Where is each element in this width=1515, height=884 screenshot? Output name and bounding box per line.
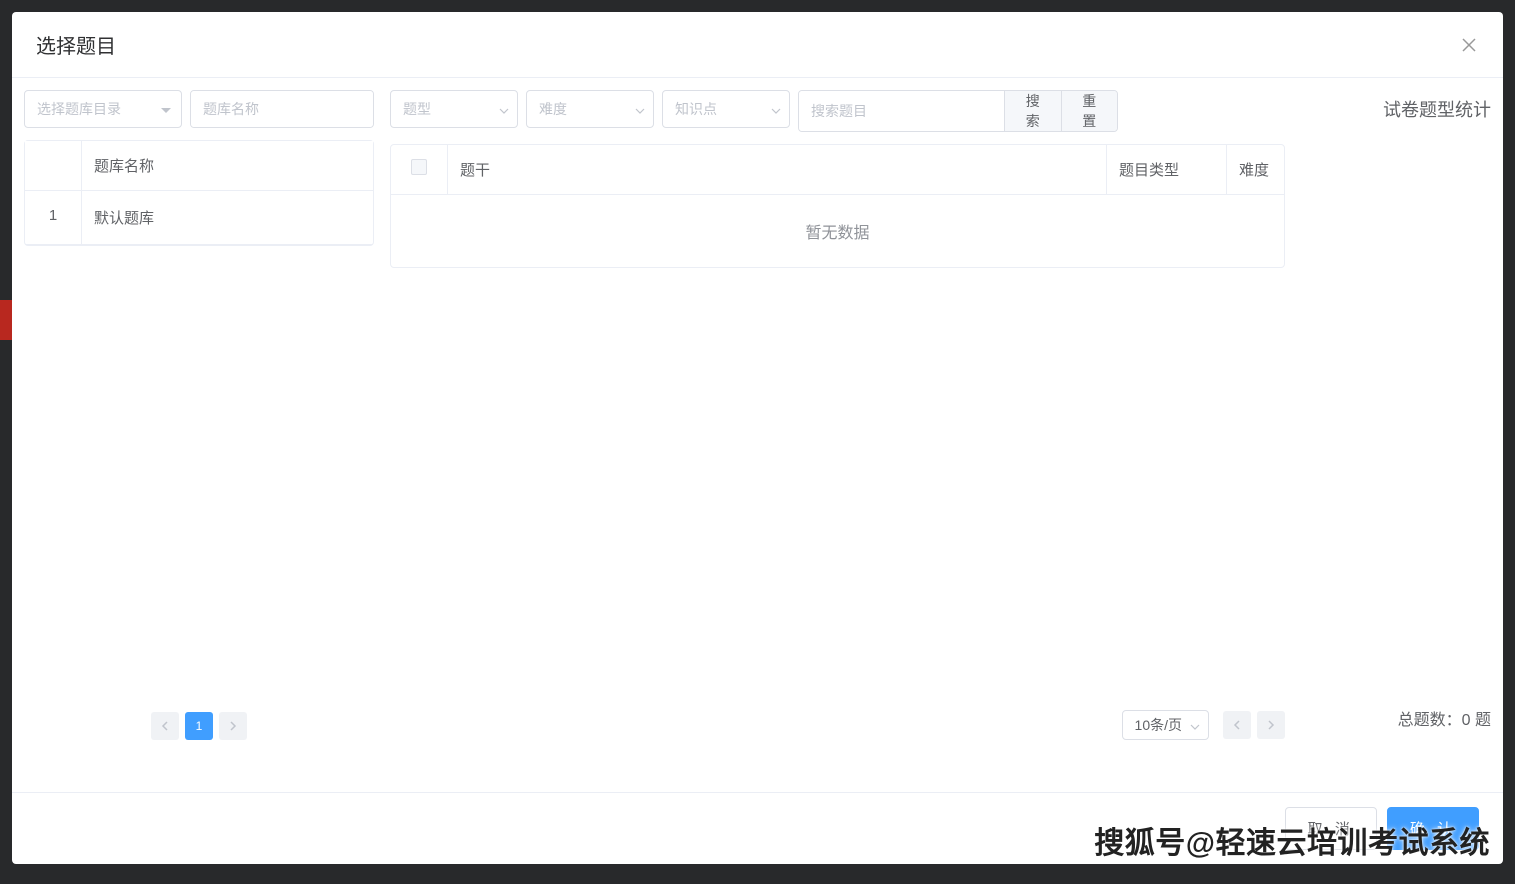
bank-th-name: 题库名称 bbox=[81, 141, 373, 190]
left-controls: 选择题库目录 bbox=[24, 90, 374, 128]
bank-table-header: 题库名称 bbox=[25, 141, 373, 191]
bank-search-group bbox=[190, 90, 374, 128]
center-prev-button[interactable] bbox=[1223, 711, 1251, 739]
modal-header: 选择题目 bbox=[12, 12, 1503, 78]
knowledge-select[interactable]: 知识点 bbox=[662, 90, 790, 128]
chevron-left-icon bbox=[161, 721, 169, 731]
modal-body: 选择题库目录 题库名称 1 bbox=[12, 78, 1503, 792]
center-panel: 题型 难度 知识点 bbox=[390, 90, 1285, 780]
cancel-button[interactable]: 取 消 bbox=[1285, 807, 1377, 850]
prev-page-button[interactable] bbox=[151, 712, 179, 740]
type-select[interactable]: 题型 bbox=[390, 90, 518, 128]
next-page-button[interactable] bbox=[219, 712, 247, 740]
knowledge-placeholder: 知识点 bbox=[675, 99, 717, 119]
catalog-select[interactable]: 选择题库目录 bbox=[24, 90, 182, 128]
stats-title: 试卷题型统计 bbox=[1301, 90, 1491, 128]
left-pagination: 1 bbox=[24, 692, 374, 780]
filter-controls: 题型 难度 知识点 bbox=[390, 90, 1285, 132]
close-button[interactable] bbox=[1459, 35, 1479, 55]
catalog-placeholder: 选择题库目录 bbox=[37, 99, 121, 119]
difficulty-select[interactable]: 难度 bbox=[526, 90, 654, 128]
question-search-group: 搜索 重置 bbox=[798, 90, 1118, 132]
th-stem: 题干 bbox=[447, 145, 1106, 194]
confirm-button[interactable]: 确 认 bbox=[1387, 807, 1479, 850]
chevron-down-icon bbox=[1190, 717, 1200, 733]
question-search-input[interactable] bbox=[799, 91, 1004, 131]
center-next-button[interactable] bbox=[1257, 711, 1285, 739]
page-size-select[interactable]: 10条/页 bbox=[1122, 710, 1209, 740]
check-all-cell bbox=[391, 145, 447, 194]
bank-row-number: 1 bbox=[25, 191, 81, 244]
modal-title: 选择题目 bbox=[36, 30, 116, 59]
chevron-left-icon bbox=[1233, 720, 1241, 730]
chevron-down-icon bbox=[499, 101, 509, 117]
type-placeholder: 题型 bbox=[403, 99, 431, 119]
empty-state: 暂无数据 bbox=[391, 195, 1284, 267]
th-type: 题目类型 bbox=[1106, 145, 1226, 194]
left-panel: 选择题库目录 题库名称 1 bbox=[24, 90, 374, 780]
center-pagination: 10条/页 bbox=[390, 690, 1285, 780]
close-icon bbox=[1462, 38, 1476, 52]
question-table-header: 题干 题目类型 难度 bbox=[391, 145, 1284, 195]
bank-row-name: 默认题库 bbox=[81, 191, 373, 244]
modal-footer: 取 消 确 认 bbox=[12, 792, 1503, 864]
right-panel: 试卷题型统计 总题数：0 题 bbox=[1301, 90, 1491, 780]
select-question-modal: 选择题目 选择题库目录 bbox=[12, 12, 1503, 864]
difficulty-placeholder: 难度 bbox=[539, 99, 567, 119]
bank-name-input[interactable] bbox=[191, 91, 374, 127]
question-table: 题干 题目类型 难度 暂无数据 bbox=[390, 144, 1285, 268]
chevron-right-icon bbox=[1267, 720, 1275, 730]
page-size-label: 10条/页 bbox=[1135, 715, 1182, 735]
bank-table: 题库名称 1 默认题库 bbox=[24, 140, 374, 246]
caret-down-icon bbox=[161, 101, 171, 117]
page-1-button[interactable]: 1 bbox=[185, 712, 213, 740]
total-value: 0 题 bbox=[1462, 712, 1491, 729]
table-row[interactable]: 1 默认题库 bbox=[25, 191, 373, 245]
total-count: 总题数：0 题 bbox=[1301, 706, 1491, 780]
reset-button[interactable]: 重置 bbox=[1061, 91, 1118, 131]
search-button[interactable]: 搜索 bbox=[1004, 91, 1061, 131]
total-label: 总题数： bbox=[1398, 712, 1462, 729]
chevron-right-icon bbox=[229, 721, 237, 731]
chevron-down-icon bbox=[635, 101, 645, 117]
bank-th-number bbox=[25, 141, 81, 190]
th-difficulty: 难度 bbox=[1226, 145, 1284, 194]
chevron-down-icon bbox=[771, 101, 781, 117]
select-all-checkbox[interactable] bbox=[411, 159, 427, 175]
